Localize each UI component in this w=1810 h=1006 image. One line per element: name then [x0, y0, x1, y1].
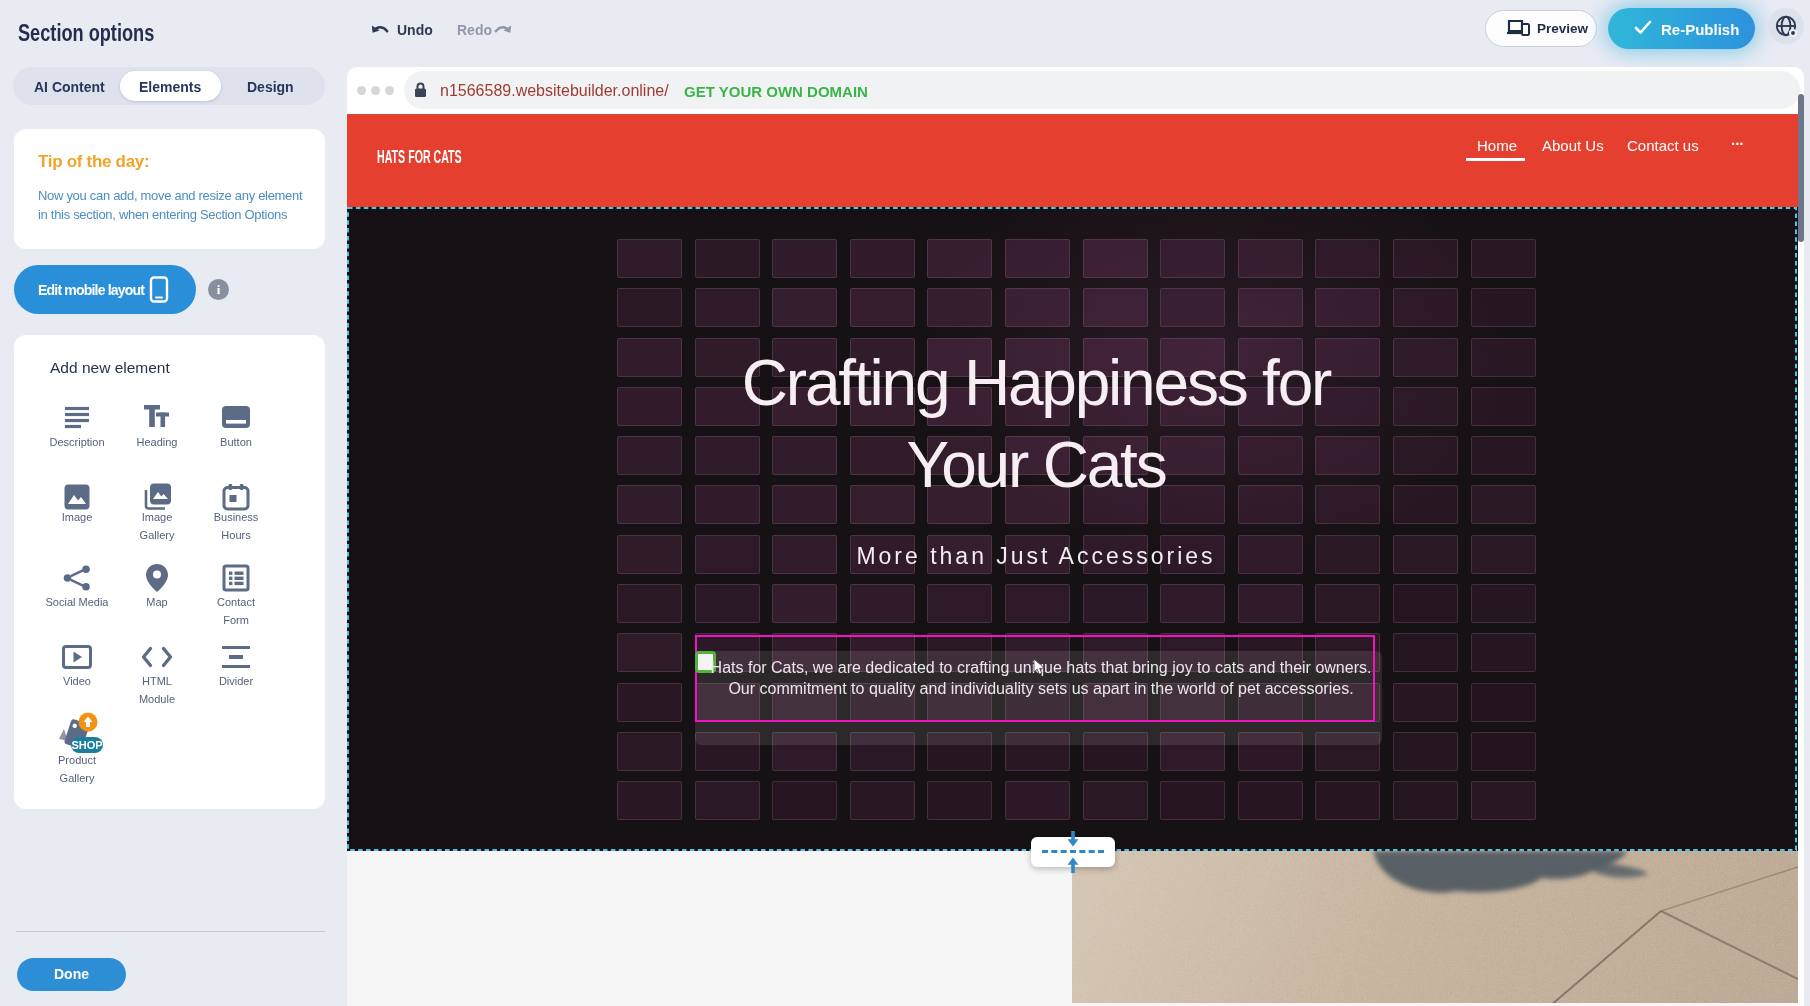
svg-text:SHOP: SHOP: [71, 739, 102, 751]
